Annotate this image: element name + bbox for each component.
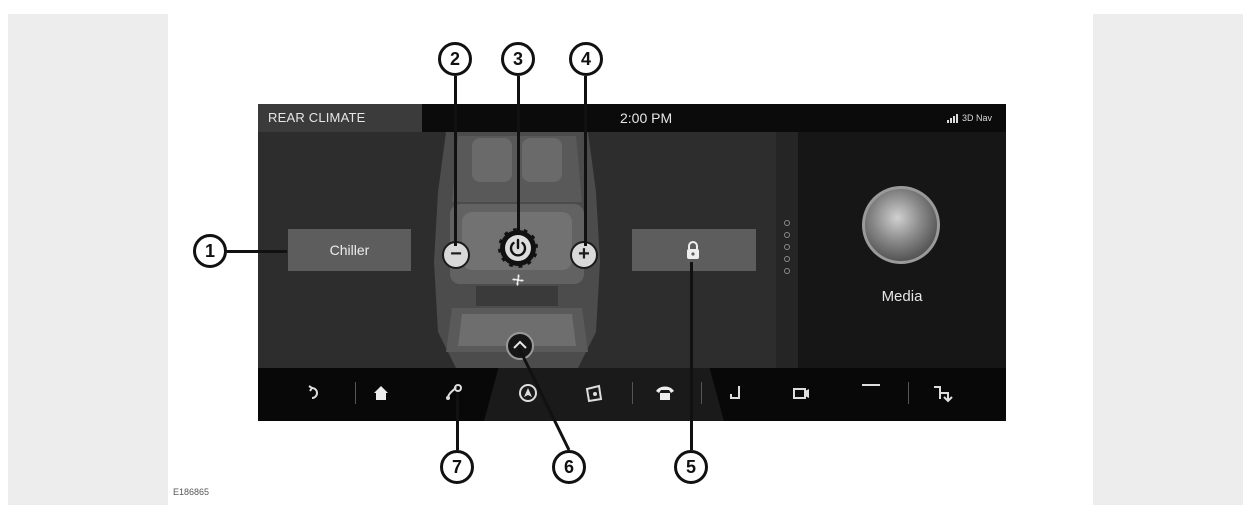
bottom-nav-bar xyxy=(258,368,1006,421)
phone-icon xyxy=(656,386,674,400)
home-button[interactable] xyxy=(366,379,396,407)
settings-button[interactable] xyxy=(926,379,956,407)
fan-icon xyxy=(512,274,524,286)
leader-line-4 xyxy=(584,76,587,246)
climate-button[interactable] xyxy=(439,379,469,407)
settings-icon xyxy=(934,386,953,403)
page-indicator xyxy=(784,220,790,280)
callout-5: 5 xyxy=(674,450,708,484)
media-tile[interactable]: Media xyxy=(798,132,1006,368)
status-3d: 3D xyxy=(961,113,974,123)
media-label: Media xyxy=(881,288,923,305)
seat-button[interactable] xyxy=(722,379,752,407)
camera-icon xyxy=(793,388,809,399)
status-network: Nav xyxy=(975,113,992,123)
pwr-button[interactable] xyxy=(856,379,886,407)
infotainment-screen: REAR CLIMATE 2:00 PM 3D Nav Chiller − + xyxy=(258,104,1006,421)
figure-reference: E186865 xyxy=(173,487,210,497)
right-margin xyxy=(1093,14,1243,505)
signal-icon xyxy=(947,114,959,124)
home-icon xyxy=(374,386,388,400)
media-artwork xyxy=(862,186,940,264)
callout-1: 1 xyxy=(193,234,227,268)
page-dot xyxy=(784,232,790,238)
page-dot xyxy=(784,268,790,274)
page-dot xyxy=(784,256,790,262)
lock-controls-button[interactable] xyxy=(632,229,756,271)
callout-3: 3 xyxy=(501,42,535,76)
seat-icon xyxy=(730,386,740,399)
nav-separator xyxy=(355,382,356,404)
status-indicators: 3D Nav xyxy=(947,104,992,132)
callout-4: 4 xyxy=(569,42,603,76)
camera-button[interactable] xyxy=(786,379,816,407)
phone-button[interactable] xyxy=(650,379,680,407)
left-margin xyxy=(8,14,168,505)
nav-separator xyxy=(701,382,702,404)
clock: 2:00 PM xyxy=(620,110,673,126)
callout-6: 6 xyxy=(552,450,586,484)
power-button[interactable] xyxy=(498,228,538,268)
chiller-button[interactable]: Chiller xyxy=(288,229,411,271)
callout-2: 2 xyxy=(438,42,472,76)
back-button[interactable] xyxy=(300,379,330,407)
padlock-icon xyxy=(687,241,699,259)
leader-line-5 xyxy=(690,262,693,450)
media-nav-button[interactable] xyxy=(579,379,609,407)
back-icon xyxy=(308,385,318,399)
climate-fan-icon xyxy=(446,384,462,400)
leader-line-6 xyxy=(517,347,571,451)
leader-line-2 xyxy=(454,76,457,246)
pwr-icon xyxy=(862,384,880,386)
power-icon xyxy=(505,235,531,261)
leader-line-1 xyxy=(227,250,287,253)
leader-line-3 xyxy=(517,76,520,234)
page-title: REAR CLIMATE xyxy=(258,104,422,132)
callout-7: 7 xyxy=(440,450,474,484)
nav-separator xyxy=(908,382,909,404)
top-status-bar: REAR CLIMATE 2:00 PM 3D Nav xyxy=(258,104,1006,132)
nav-separator xyxy=(632,382,633,404)
leader-line-7 xyxy=(456,392,459,450)
page-dot xyxy=(784,244,790,250)
media-icon xyxy=(585,384,603,403)
page-dot xyxy=(784,220,790,226)
